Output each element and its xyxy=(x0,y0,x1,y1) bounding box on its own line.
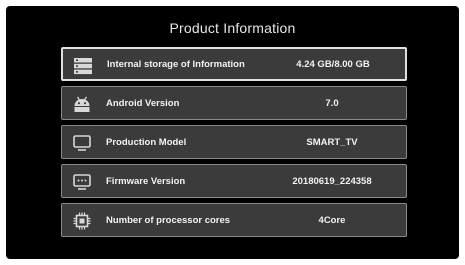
processor-cores-value: 4Core xyxy=(318,214,346,226)
firmware-version-label: Firmware Version xyxy=(106,175,186,187)
production-model-label: Production Model xyxy=(106,136,187,148)
info-row-processor-cores[interactable]: Number of processor cores 4Core xyxy=(61,203,407,237)
firmware-icon xyxy=(73,174,91,190)
firmware-version-value: 20180619_224358 xyxy=(292,175,372,187)
android-version-value: 7.0 xyxy=(325,97,339,109)
monitor-icon xyxy=(73,135,91,151)
storage-label: Internal storage of Information xyxy=(107,58,245,70)
android-version-label: Android Version xyxy=(106,97,180,109)
processor-cores-label: Number of processor cores xyxy=(106,214,231,226)
android-icon xyxy=(74,96,90,112)
storage-icon xyxy=(74,58,92,75)
product-info-screen: Product Information Internal storage of … xyxy=(6,6,459,259)
production-model-value: SMART_TV xyxy=(306,136,358,148)
info-row-production-model[interactable]: Production Model SMART_TV xyxy=(61,125,407,159)
info-row-android-version[interactable]: Android Version 7.0 xyxy=(61,86,407,120)
processor-icon xyxy=(73,212,91,230)
info-row-firmware-version[interactable]: Firmware Version 20180619_224358 xyxy=(61,164,407,198)
page-title: Product Information xyxy=(169,20,296,36)
storage-value: 4.24 GB/8.00 GB xyxy=(296,58,370,70)
info-row-storage[interactable]: Internal storage of Information 4.24 GB/… xyxy=(61,47,407,81)
